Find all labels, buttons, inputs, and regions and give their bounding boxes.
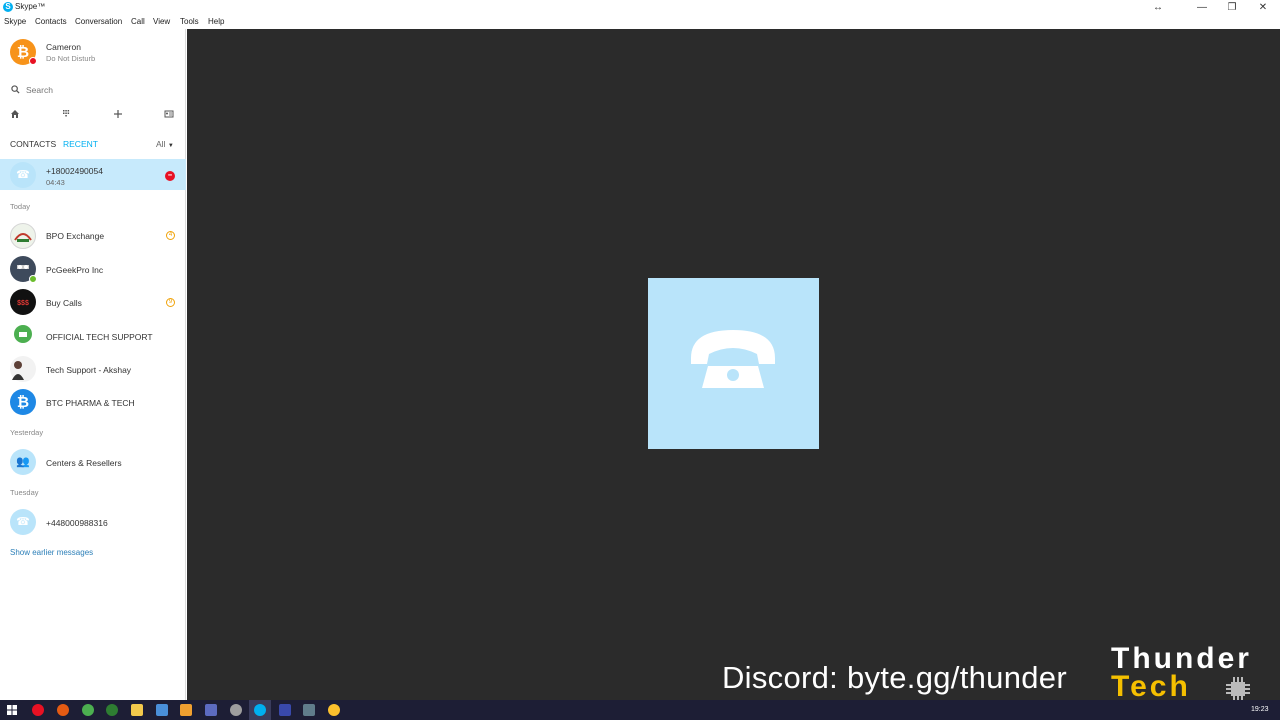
bpo-logo-icon bbox=[14, 233, 32, 242]
chrome-icon[interactable] bbox=[82, 704, 94, 716]
title-bar: S Skype™ ↔ — ❐ ✕ bbox=[0, 0, 1280, 15]
minimize-button[interactable]: — bbox=[1190, 0, 1214, 15]
menu-conversation[interactable]: Conversation bbox=[75, 17, 122, 26]
chrome-icon[interactable] bbox=[328, 704, 340, 716]
unread-badge: 4 bbox=[166, 231, 175, 240]
contact-name: Centers & Resellers bbox=[46, 458, 122, 468]
filter-label: All bbox=[156, 139, 166, 149]
contact-name: OFFICIAL TECH SUPPORT bbox=[46, 332, 153, 342]
tab-recent[interactable]: RECENT bbox=[63, 139, 98, 149]
svg-text:₿: ₿ bbox=[17, 394, 29, 411]
close-button[interactable]: ✕ bbox=[1251, 0, 1275, 15]
document-icon[interactable] bbox=[156, 704, 168, 716]
svg-text:₿: ₿ bbox=[17, 44, 29, 61]
contacts-card-icon[interactable] bbox=[164, 109, 174, 119]
avatar: $$$ bbox=[10, 289, 36, 315]
filter-dropdown[interactable]: All ▼ bbox=[156, 139, 174, 149]
discord-watermark: Discord: byte.gg/thunder bbox=[722, 660, 1067, 695]
call-participant-tile bbox=[648, 278, 819, 449]
contact-name: PcGeekPro Inc bbox=[46, 265, 104, 275]
brand-logo: Thunder Tech bbox=[1111, 644, 1276, 704]
chevron-down-icon: ▼ bbox=[167, 143, 174, 149]
call-stage: Discord: byte.gg/thunder Thunder Tech bbox=[187, 29, 1280, 702]
phone-icon bbox=[691, 330, 775, 388]
windows-start-icon[interactable] bbox=[7, 705, 17, 715]
window-title: Skype™ bbox=[15, 2, 46, 11]
tech-support-logo-icon bbox=[14, 325, 32, 343]
section-yesterday: Yesterday bbox=[10, 428, 44, 437]
home-icon[interactable] bbox=[10, 109, 20, 119]
app-icon[interactable] bbox=[279, 704, 291, 716]
search-bar bbox=[0, 81, 186, 99]
settings-icon[interactable] bbox=[230, 704, 242, 716]
maximize-button[interactable]: ❐ bbox=[1220, 0, 1244, 15]
menu-skype[interactable]: Skype bbox=[4, 17, 26, 26]
skype-window: S Skype™ ↔ — ❐ ✕ Skype Contacts Conversa… bbox=[0, 0, 1280, 720]
add-icon[interactable] bbox=[113, 109, 123, 119]
svg-text:$$$: $$$ bbox=[17, 300, 29, 307]
section-tuesday: Tuesday bbox=[10, 488, 39, 497]
contact-name: Buy Calls bbox=[46, 298, 82, 308]
profile-status[interactable]: Do Not Disturb bbox=[46, 54, 95, 63]
app-icon[interactable] bbox=[303, 704, 315, 716]
online-status-icon bbox=[29, 275, 37, 283]
opera-icon[interactable] bbox=[32, 704, 44, 716]
show-earlier-link[interactable]: Show earlier messages bbox=[10, 548, 93, 557]
buy-calls-logo-icon: $$$ bbox=[17, 300, 29, 307]
contact-name: Tech Support - Akshay bbox=[46, 365, 132, 375]
avatar bbox=[10, 356, 36, 382]
group-icon: 👥 bbox=[10, 449, 36, 475]
dialpad-icon[interactable] bbox=[62, 109, 70, 119]
search-icon bbox=[11, 85, 20, 94]
avatar bbox=[10, 223, 36, 249]
chip-icon bbox=[1226, 677, 1250, 701]
browser-icon[interactable] bbox=[106, 704, 118, 716]
menu-view[interactable]: View bbox=[153, 17, 170, 26]
active-call-row[interactable]: ☎ +18002490054 04:43 ━ bbox=[0, 159, 186, 190]
bitcoin-icon: ₿ bbox=[17, 394, 29, 411]
search-input[interactable] bbox=[26, 85, 166, 95]
brand-line2: Tech bbox=[1111, 670, 1191, 703]
contact-name: BPO Exchange bbox=[46, 231, 105, 241]
menu-call[interactable]: Call bbox=[131, 17, 145, 26]
menu-bar: Skype Contacts Conversation Call View To… bbox=[0, 15, 1280, 29]
sidebar: ₿ Cameron Do Not Disturb Search CONTACTS… bbox=[0, 29, 186, 700]
menu-contacts[interactable]: Contacts bbox=[35, 17, 67, 26]
contact-name: +448000988316 bbox=[46, 518, 108, 528]
unread-badge: 9 bbox=[166, 298, 175, 307]
person-photo-icon bbox=[12, 361, 24, 380]
end-call-icon[interactable]: ━ bbox=[165, 171, 175, 181]
dnd-status-icon bbox=[29, 57, 37, 65]
call-duration: 04:43 bbox=[46, 178, 65, 187]
skype-taskbar-icon[interactable] bbox=[254, 704, 266, 716]
contact-name: BTC PHARMA & TECH bbox=[46, 398, 135, 408]
avatar: ₿ bbox=[10, 389, 36, 415]
phone-icon: ☎ bbox=[10, 509, 36, 535]
section-today: Today bbox=[10, 202, 31, 211]
avatar bbox=[10, 323, 36, 349]
profile-name[interactable]: Cameron bbox=[46, 42, 81, 52]
app-icon[interactable] bbox=[180, 704, 192, 716]
menu-help[interactable]: Help bbox=[208, 17, 224, 26]
menu-tools[interactable]: Tools bbox=[180, 17, 199, 26]
folder-icon[interactable] bbox=[131, 704, 143, 716]
phone-icon: ☎ bbox=[10, 162, 36, 188]
tab-contacts[interactable]: CONTACTS bbox=[10, 139, 56, 149]
taskbar-clock: 19:23 bbox=[1251, 706, 1269, 713]
resize-icon[interactable]: ↔ bbox=[1146, 0, 1170, 15]
skype-logo-icon: S bbox=[3, 2, 13, 12]
firefox-icon[interactable] bbox=[57, 704, 69, 716]
active-call-number: +18002490054 bbox=[46, 166, 103, 176]
app-icon[interactable] bbox=[205, 704, 217, 716]
taskbar: 19:23 bbox=[0, 700, 1280, 720]
